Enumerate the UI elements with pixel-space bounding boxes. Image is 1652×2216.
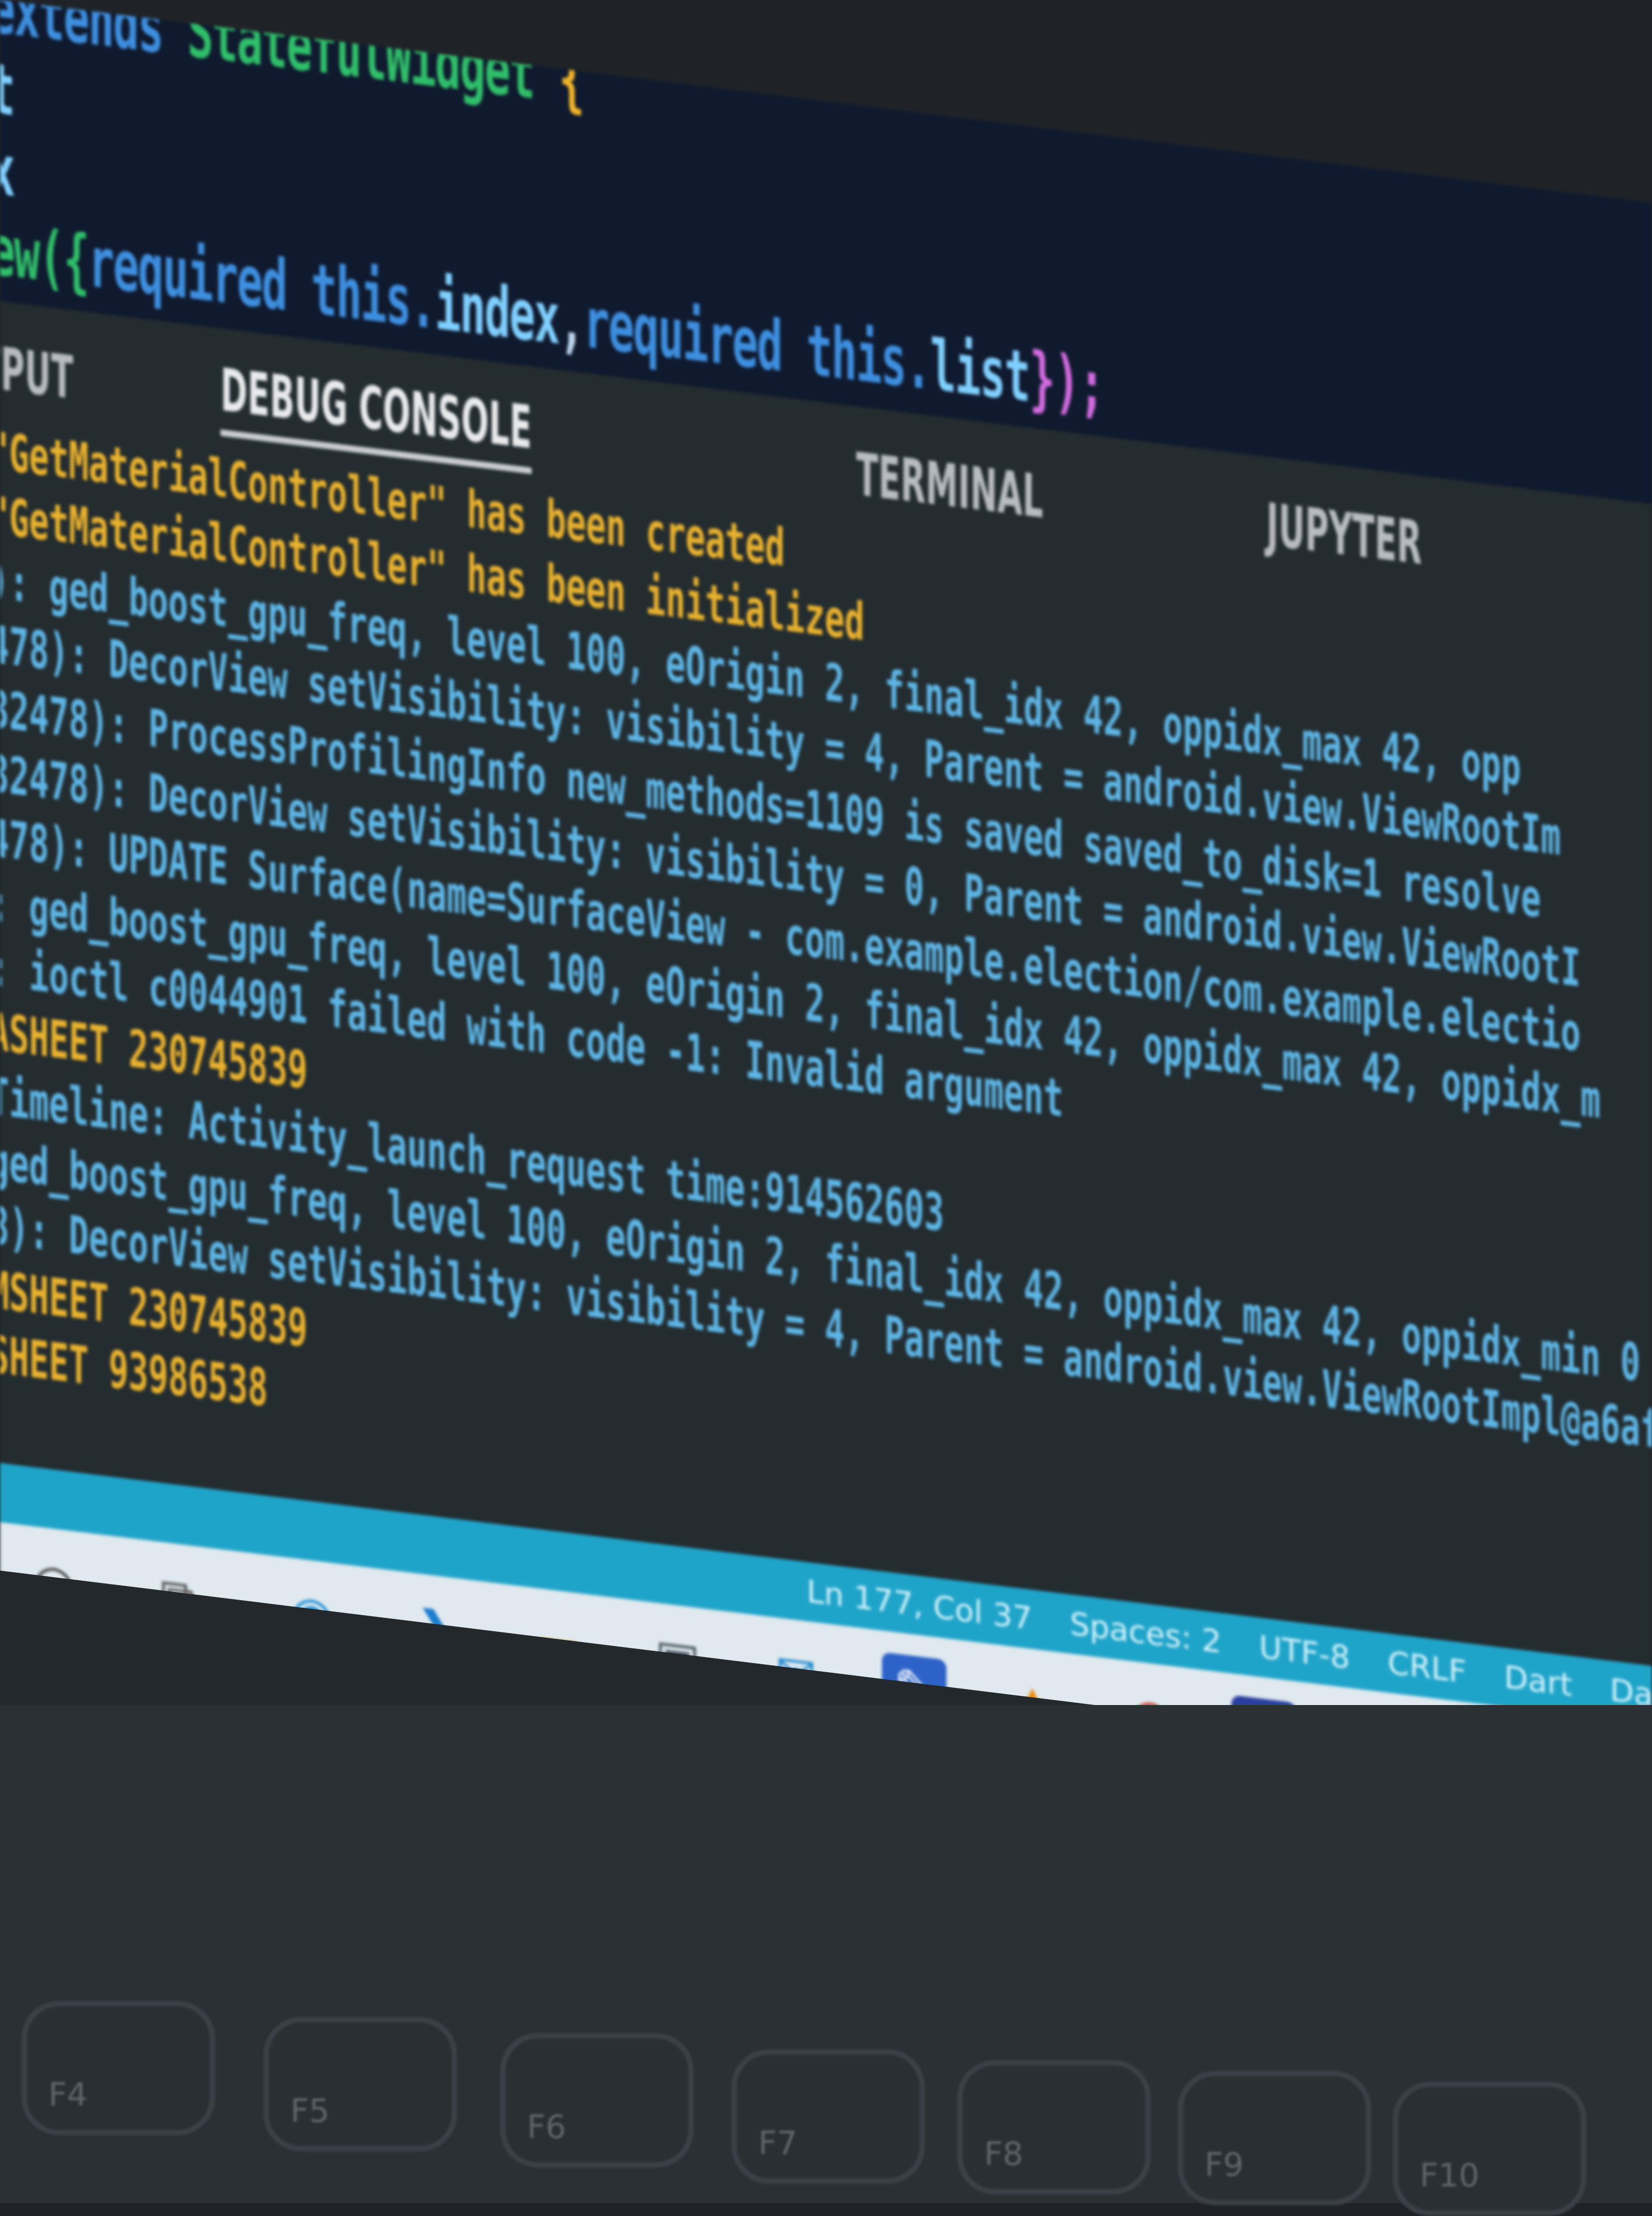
code-line: t: [0, 47, 14, 132]
debug-console-output[interactable]: "GetMaterialController" has been created…: [0, 418, 1652, 1598]
keyboard-key[interactable]: F6: [500, 2033, 694, 2168]
keyboard-key[interactable]: F4: [22, 2001, 215, 2135]
tab-jupyter[interactable]: JUPYTER: [1266, 490, 1422, 583]
code-token: index: [435, 263, 559, 360]
code-token: list: [930, 324, 1029, 418]
keyboard-key[interactable]: F10: [1393, 2082, 1586, 2216]
code-token: required: [88, 221, 287, 327]
code-token: this.: [286, 245, 435, 345]
status-encoding[interactable]: UTF-8: [1259, 1628, 1350, 1676]
keyboard-key[interactable]: F9: [1178, 2071, 1371, 2205]
monitor-screen: extends StatefulWidget { t x ew({require…: [0, 0, 1652, 1860]
code-line: x: [0, 128, 14, 213]
keyboard-key[interactable]: F7: [731, 2049, 925, 2184]
code-token: StatefulWidget: [187, 0, 535, 115]
status-language[interactable]: Dart: [1504, 1658, 1572, 1703]
tab-output[interactable]: TPUT: [0, 332, 73, 418]
code-token: ,: [559, 278, 584, 364]
keyboard-key[interactable]: F5: [264, 2017, 457, 2151]
bottom-panel: TPUT DEBUG CONSOLE TERMINAL JUPYTER "Get…: [0, 301, 1652, 1688]
status-indentation[interactable]: Spaces: 2: [1070, 1605, 1221, 1660]
keyboard-key[interactable]: F8: [957, 2060, 1151, 2194]
code-token: ew({: [0, 208, 89, 303]
status-line-ending[interactable]: CRLF: [1387, 1644, 1466, 1691]
code-token: {: [534, 33, 584, 122]
code-token: this.: [781, 306, 930, 406]
code-token: required: [583, 281, 782, 388]
code-line: extends StatefulWidget {: [0, 0, 583, 121]
code-token: x: [0, 127, 15, 213]
code-token: t: [0, 47, 15, 132]
code-token: extends: [0, 0, 188, 73]
code-token: });: [1029, 336, 1104, 427]
keyboard: F4 F5 F6 F7 F8 F9 F10: [22, 1979, 1652, 2216]
tab-terminal[interactable]: TERMINAL: [856, 440, 1043, 537]
